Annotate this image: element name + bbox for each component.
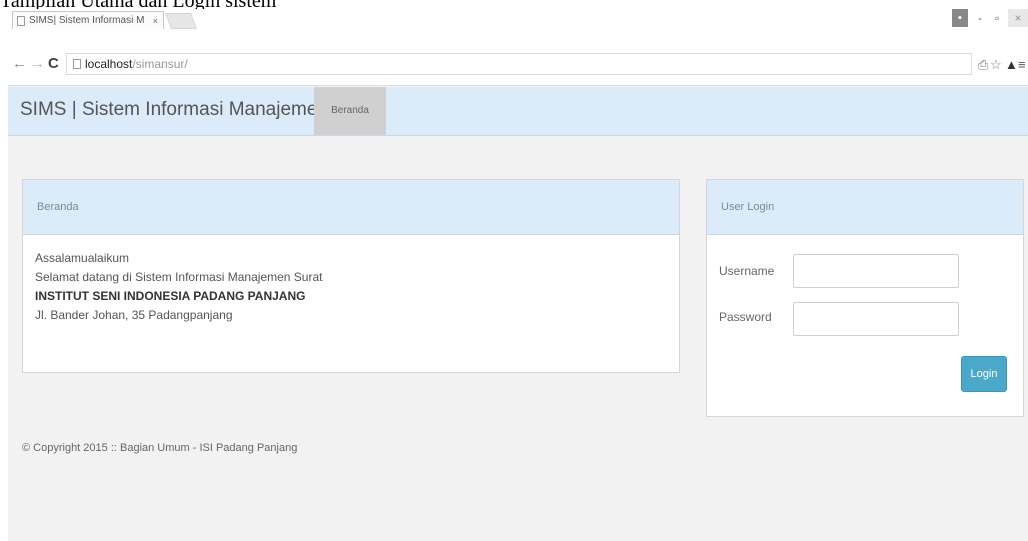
forward-arrow-icon[interactable]: → (30, 55, 45, 72)
username-input[interactable] (793, 254, 959, 288)
extension-icon[interactable]: ⎙ (978, 57, 988, 73)
panel-heading: User Login (707, 180, 1023, 235)
beranda-panel: Beranda Assalamualaikum Selamat datang d… (22, 179, 680, 373)
tab-strip: SIMS| Sistem Informasi M × ▪ - ▫ × (8, 9, 1028, 45)
url-text: localhost/simansur/ (85, 57, 188, 71)
browser-toolbar: ← → C localhost/simansur/ ⎙ ☆ ▲ ≡ (8, 45, 1028, 86)
institution-name: INSTITUT SENI INDONESIA PADANG PANJANG (35, 289, 306, 303)
page-icon (17, 16, 25, 26)
username-label: Username (719, 264, 775, 278)
maximize-icon[interactable]: ▫ (991, 9, 1003, 27)
browser-tab[interactable]: SIMS| Sistem Informasi M × (12, 11, 164, 29)
welcome-text: Selamat datang di Sistem Informasi Manaj… (35, 270, 323, 284)
institution-address: Jl. Bander Johan, 35 Padangpanjang (35, 308, 233, 322)
reload-icon[interactable]: C (48, 55, 59, 72)
greeting-text: Assalamualaikum (35, 251, 130, 265)
page-icon (73, 59, 81, 69)
password-label: Password (719, 310, 772, 324)
panel-heading: Beranda (23, 180, 679, 235)
new-tab-button[interactable] (165, 13, 197, 29)
minimize-button[interactable]: - (974, 9, 986, 27)
login-button[interactable]: Login (961, 356, 1007, 392)
login-panel: User Login Username Password Login (706, 179, 1024, 417)
minimize-icon[interactable]: ▪ (952, 9, 968, 27)
browser-window: SIMS| Sistem Informasi M × ▪ - ▫ × ← → C… (8, 9, 1028, 541)
bookmark-star-icon[interactable]: ☆ (990, 57, 1002, 73)
password-input[interactable] (793, 302, 959, 336)
window-close-icon[interactable]: × (1008, 9, 1028, 27)
site-navbar: SIMS | Sistem Informasi Manajemen Surat … (8, 87, 1028, 136)
panel-body: Assalamualaikum Selamat datang di Sistem… (23, 235, 679, 339)
address-bar[interactable]: localhost/simansur/ (66, 53, 972, 75)
back-arrow-icon[interactable]: ← (12, 55, 27, 72)
footer-copyright: © Copyright 2015 :: Bagian Umum - ISI Pa… (22, 442, 298, 454)
tab-close-icon[interactable]: × (153, 12, 158, 30)
extension-icon-2[interactable]: ▲ (1005, 57, 1018, 72)
menu-icon[interactable]: ≡ (1018, 57, 1026, 72)
nav-link-beranda[interactable]: Beranda (314, 87, 386, 135)
tab-title: SIMS| Sistem Informasi M (29, 15, 145, 26)
